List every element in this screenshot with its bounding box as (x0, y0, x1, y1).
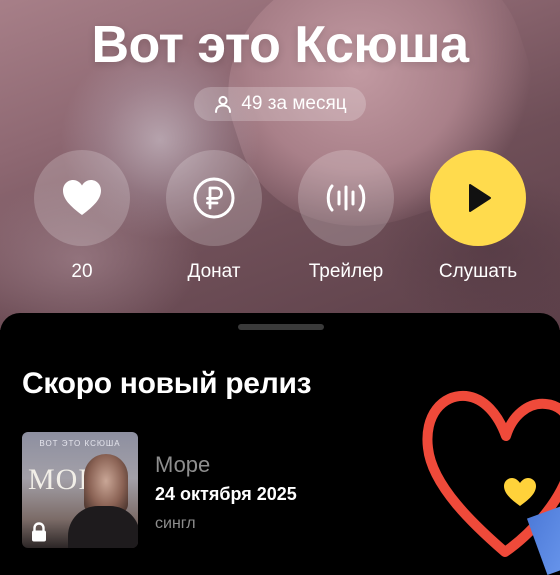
monthly-listeners-badge: 49 за месяц (194, 87, 366, 121)
lock-icon (32, 522, 46, 542)
listen-label: Слушать (438, 261, 518, 282)
artist-hero: Вот это Ксюша 49 за месяц 20 Донат Трейл… (0, 0, 560, 330)
like-count: 20 (71, 261, 93, 282)
artist-title: Вот это Ксюша (91, 16, 469, 74)
heart-icon (63, 180, 101, 215)
release-cover[interactable]: ВОТ ЭТО КСЮША MOPE (22, 432, 138, 548)
cover-artist-text: ВОТ ЭТО КСЮША (39, 439, 121, 448)
cover-portrait (84, 454, 128, 514)
release-type: сингл (155, 515, 196, 532)
release-name[interactable]: Море (155, 452, 210, 478)
sheet-drag-handle[interactable] (238, 324, 324, 330)
donate-label: Донат (187, 261, 241, 282)
trailer-button[interactable] (298, 150, 394, 246)
person-icon (215, 95, 232, 113)
monthly-listeners-text: 49 за месяц (241, 93, 347, 114)
like-button[interactable] (34, 150, 130, 246)
donate-button[interactable] (166, 150, 262, 246)
release-date: 24 октября 2025 (155, 484, 297, 504)
play-icon (469, 184, 491, 212)
cover-portrait-body (68, 506, 138, 548)
listen-button[interactable] (430, 150, 526, 246)
waveform-icon (326, 184, 366, 212)
ruble-icon (193, 177, 235, 219)
trailer-label: Трейлер (308, 261, 384, 282)
section-title: Скоро новый релиз (22, 367, 312, 400)
